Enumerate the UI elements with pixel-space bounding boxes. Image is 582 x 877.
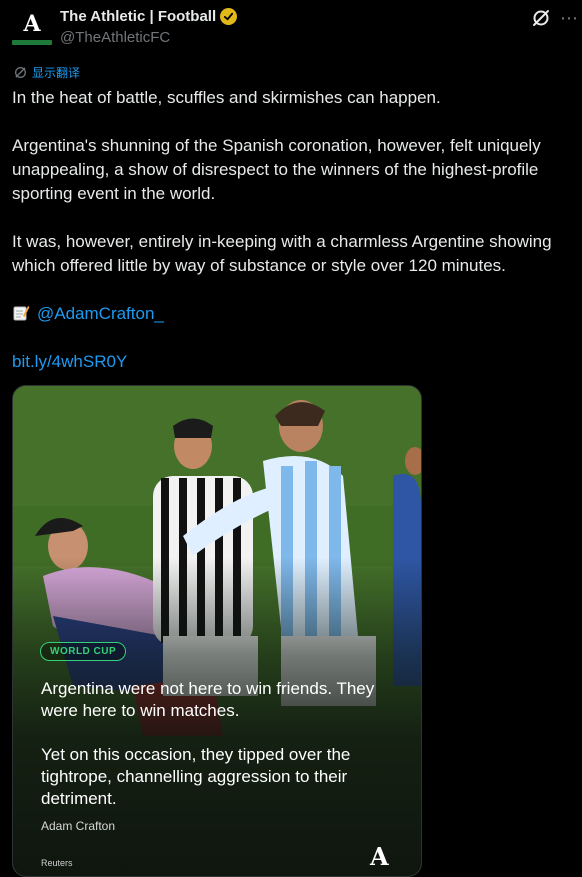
tweet-media-card[interactable]: WORLD CUP Argentina were not here to win…: [12, 385, 422, 877]
author-mention-link[interactable]: @AdamCrafton_: [37, 304, 164, 323]
quote-author: Adam Crafton: [41, 819, 116, 833]
quote-line-1: Argentina were not here to win friends. …: [41, 679, 375, 720]
checkmark-icon: [224, 12, 234, 21]
translate-icon: [15, 67, 26, 78]
handle[interactable]: @TheAthleticFC: [60, 29, 170, 46]
athletic-logo: A: [23, 10, 41, 37]
pull-quote: Argentina were not here to win friends. …: [41, 678, 401, 810]
world-cup-tag: WORLD CUP: [40, 642, 127, 661]
avatar[interactable]: A: [12, 8, 52, 48]
memo-emoji-icon: [13, 306, 30, 321]
brand-bar: [12, 39, 52, 45]
tweet-paragraph-2: Argentina's shunning of the Spanish coro…: [12, 136, 541, 203]
translate-label: 显示翻译: [32, 66, 81, 80]
tweet-paragraph-1: In the heat of battle, scuffles and skir…: [12, 88, 441, 107]
tweet-text: In the heat of battle, scuffles and skir…: [12, 86, 578, 374]
author-name-row: The Athletic | Football: [60, 8, 238, 25]
show-translation-link[interactable]: 显示翻译: [14, 64, 80, 81]
verified-badge-icon[interactable]: [220, 8, 238, 25]
article-short-link[interactable]: bit.ly/4whSR0Y: [12, 352, 127, 371]
tweet-author-line: @AdamCrafton_: [12, 302, 578, 326]
display-name[interactable]: The Athletic | Football: [60, 8, 216, 25]
grok-icon[interactable]: [531, 8, 553, 30]
tweet-paragraph-3: It was, however, entirely in-keeping wit…: [12, 232, 552, 275]
quote-line-2: Yet on this occasion, they tipped over t…: [41, 745, 351, 808]
photo-credit: Reuters: [41, 858, 73, 868]
athletic-wordmark-icon: A: [370, 842, 389, 871]
more-options-icon[interactable]: ⋯: [560, 8, 579, 28]
